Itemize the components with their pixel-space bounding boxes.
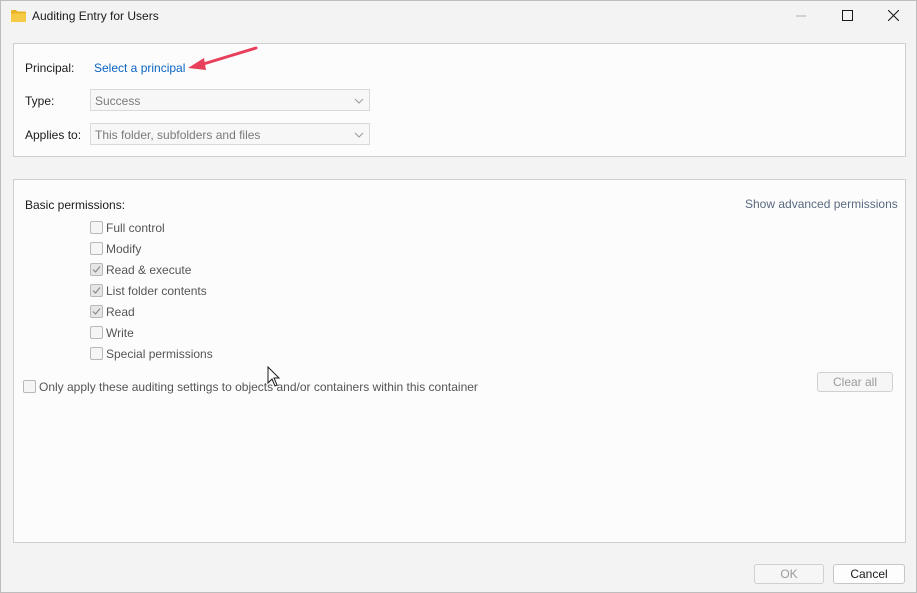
checkbox[interactable] bbox=[23, 380, 36, 393]
minimize-button[interactable] bbox=[778, 1, 824, 32]
type-label: Type: bbox=[25, 94, 55, 108]
select-principal-link[interactable]: Select a principal bbox=[94, 61, 185, 75]
title-bar[interactable]: Auditing Entry for Users bbox=[1, 1, 916, 32]
permission-label: Modify bbox=[106, 242, 142, 256]
type-select-value: Success bbox=[95, 94, 141, 108]
checkbox[interactable] bbox=[90, 326, 103, 339]
mouse-cursor-icon bbox=[267, 366, 281, 387]
checkmark-icon bbox=[92, 266, 101, 273]
chevron-down-icon bbox=[354, 129, 364, 139]
checkbox[interactable] bbox=[90, 347, 103, 360]
checkbox[interactable] bbox=[90, 221, 103, 234]
basic-permissions-heading: Basic permissions: bbox=[25, 198, 126, 212]
type-select[interactable]: Success bbox=[90, 89, 370, 111]
close-icon bbox=[887, 9, 899, 24]
principal-label: Principal: bbox=[25, 61, 75, 75]
chevron-down-icon bbox=[354, 95, 364, 105]
annotation-arrow-icon bbox=[188, 46, 258, 70]
auditing-entry-dialog: Auditing Entry for Users Principal: Sele… bbox=[0, 0, 917, 593]
show-advanced-permissions-link[interactable]: Show advanced permissions bbox=[745, 197, 898, 211]
ok-button[interactable]: OK bbox=[754, 564, 824, 584]
applies-to-label: Applies to: bbox=[25, 128, 82, 142]
permission-label: Read bbox=[106, 305, 135, 319]
principal-panel: Principal: Select a principal Type: Succ… bbox=[13, 43, 906, 157]
cancel-button[interactable]: Cancel bbox=[833, 564, 905, 584]
only-apply-label: Only apply these auditing settings to ob… bbox=[39, 380, 478, 394]
maximize-icon bbox=[841, 9, 853, 24]
checkbox[interactable] bbox=[90, 305, 103, 318]
permission-label: Special permissions bbox=[106, 347, 213, 361]
clear-all-button[interactable]: Clear all bbox=[817, 372, 893, 392]
close-button[interactable] bbox=[870, 1, 916, 32]
checkbox[interactable] bbox=[90, 263, 103, 276]
permission-label: Full control bbox=[106, 221, 165, 235]
applies-to-select[interactable]: This folder, subfolders and files bbox=[90, 123, 370, 145]
permission-label: Read & execute bbox=[106, 263, 192, 277]
checkmark-icon bbox=[92, 287, 101, 294]
minimize-icon bbox=[796, 10, 806, 24]
checkbox[interactable] bbox=[90, 242, 103, 255]
maximize-button[interactable] bbox=[824, 1, 870, 32]
permission-label: Write bbox=[106, 326, 134, 340]
checkmark-icon bbox=[92, 308, 101, 315]
folder-icon bbox=[11, 9, 26, 22]
checkbox[interactable] bbox=[90, 284, 103, 297]
applies-to-select-value: This folder, subfolders and files bbox=[95, 128, 261, 142]
window-title: Auditing Entry for Users bbox=[32, 9, 159, 23]
permissions-panel: Basic permissions: Show advanced permiss… bbox=[13, 179, 906, 543]
permission-label: List folder contents bbox=[106, 284, 207, 298]
